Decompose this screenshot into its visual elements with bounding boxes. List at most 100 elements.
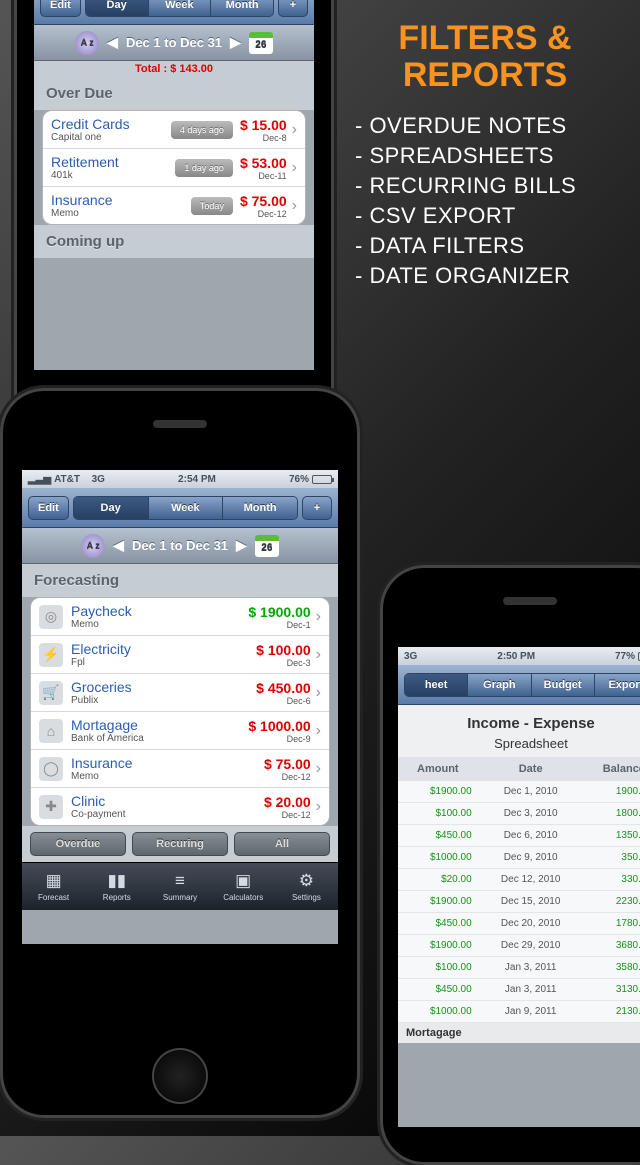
seg-day[interactable]: Day [74, 497, 149, 519]
tab-calculators[interactable]: ▣ Calculators [212, 863, 275, 910]
chevron-right-icon: › [292, 121, 297, 139]
section-forecasting: Forecasting [22, 564, 338, 597]
seg-heet[interactable]: heet [405, 674, 468, 696]
status-bar: 3G 2:50 PM 77% [398, 647, 640, 665]
sort-icon[interactable]: A z [81, 534, 105, 558]
list-item[interactable]: ◯InsuranceMemo$ 75.00Dec-12› [31, 750, 329, 788]
tab-bar: ▦Forecast▮▮Reports≡Summary ▣ Calculators ⚙S… [22, 862, 338, 910]
tab-icon: ▮▮ [107, 871, 126, 891]
list-item[interactable]: Credit CardsCapital one4 days ago$ 15.00… [43, 111, 305, 149]
filter-segment: Overdue Recuring All [22, 826, 338, 862]
category-icon: ◎ [39, 605, 63, 629]
item-subtitle: Fpl [71, 657, 256, 668]
promo-feature: - RECURRING BILLS [355, 173, 615, 199]
section-overdue: Over Due [34, 77, 314, 110]
column-header: Amount [398, 757, 478, 781]
seg-budget[interactable]: Budget [532, 674, 595, 696]
seg-week[interactable]: Week [149, 497, 224, 519]
list-item[interactable]: Retitement401k1 day ago$ 53.00Dec-11› [43, 149, 305, 187]
forecast-list: ◎PaycheckMemo$ 1900.00Dec-1›⚡Electricity… [30, 597, 330, 826]
table-row: $1900.00Dec 15, 20102230.00 [398, 891, 640, 913]
tab-label: Forecast [38, 893, 69, 902]
next-arrow-icon[interactable]: ▶ [236, 537, 247, 554]
item-amount: $ 75.00 [264, 756, 311, 772]
sort-icon[interactable]: A z [75, 31, 99, 55]
seg-week[interactable]: Week [149, 0, 212, 16]
edit-button[interactable]: Edit [40, 0, 81, 17]
list-item[interactable]: 🛒GroceriesPublix$ 450.00Dec-6› [31, 674, 329, 712]
toolbar: Edit Day Week Month + [22, 488, 338, 528]
battery-icon [312, 475, 332, 484]
table-row: $100.00Dec 3, 20101800.00 [398, 803, 640, 825]
item-amount: $ 1000.00 [248, 718, 310, 734]
prev-arrow-icon[interactable]: ◀ [113, 537, 124, 554]
seg-month[interactable]: Month [223, 497, 297, 519]
item-title: Insurance [51, 192, 184, 208]
view-segment[interactable]: Day Week Month [73, 496, 298, 520]
tab-icon: ▣ [235, 871, 251, 891]
overdue-badge: Today [191, 197, 233, 215]
date-range[interactable]: Dec 1 to Dec 31 [132, 538, 228, 553]
item-amount: $ 15.00 [240, 117, 287, 133]
add-button[interactable]: + [302, 496, 332, 520]
toolbar: heetGraphBudgetExport [398, 665, 640, 705]
item-amount: $ 450.00 [256, 680, 311, 696]
sheet-footer-row: Mortagage [398, 1023, 640, 1043]
phone-frame-forecast: ▂▃▅ AT&T 3G 2:54 PM 76% Edit Day Week Mo… [0, 388, 360, 1118]
add-button[interactable]: + [278, 0, 308, 17]
tab-summary[interactable]: ≡Summary [148, 863, 211, 910]
calendar-icon[interactable]: 26 [255, 535, 279, 557]
item-subtitle: Memo [51, 208, 184, 219]
table-row: $1900.00Dec 1, 20101900.00 [398, 781, 640, 803]
edit-button[interactable]: Edit [28, 496, 69, 520]
seg-month[interactable]: Month [211, 0, 273, 16]
total-label: Total : $ 143.00 [34, 61, 314, 77]
report-segment[interactable]: heetGraphBudgetExport [404, 673, 640, 697]
overdue-badge: 4 days ago [171, 121, 233, 139]
status-bar: ▂▃▅ AT&T 3G 2:54 PM 76% [22, 470, 338, 488]
chevron-right-icon: › [316, 760, 321, 778]
item-title: Groceries [71, 679, 256, 695]
chevron-right-icon: › [292, 197, 297, 215]
category-icon: ⚡ [39, 643, 63, 667]
table-row: $1000.00Dec 9, 2010350.00 [398, 847, 640, 869]
list-item[interactable]: InsuranceMemoToday$ 75.00Dec-12› [43, 187, 305, 224]
overdue-badge: 1 day ago [175, 159, 233, 177]
list-item[interactable]: ◎PaycheckMemo$ 1900.00Dec-1› [31, 598, 329, 636]
filter-recurring[interactable]: Recuring [132, 832, 228, 856]
prev-arrow-icon[interactable]: ◀ [107, 34, 118, 51]
promo-feature: - DATE ORGANIZER [355, 263, 615, 289]
calendar-icon[interactable]: 26 [249, 32, 273, 54]
item-subtitle: Memo [71, 771, 264, 782]
tab-reports[interactable]: ▮▮Reports [85, 863, 148, 910]
tab-settings[interactable]: ⚙Settings [275, 863, 338, 910]
item-date: Dec-12 [264, 810, 311, 820]
section-coming-up: Coming up [34, 225, 314, 258]
list-item[interactable]: ✚ClinicCo-payment$ 20.00Dec-12› [31, 788, 329, 825]
list-item[interactable]: ⚡ElectricityFpl$ 100.00Dec-3› [31, 636, 329, 674]
table-row: $450.00Dec 20, 20101780.00 [398, 913, 640, 935]
seg-export[interactable]: Export [595, 674, 640, 696]
item-title: Paycheck [71, 603, 248, 619]
tab-label: Calculators [223, 893, 263, 902]
next-arrow-icon[interactable]: ▶ [230, 34, 241, 51]
seg-graph[interactable]: Graph [468, 674, 531, 696]
item-amount: $ 53.00 [240, 155, 287, 171]
spreadsheet-table: AmountDateBalance $1900.00Dec 1, 2010190… [398, 757, 640, 1023]
home-button[interactable] [152, 1048, 208, 1104]
filter-all[interactable]: All [234, 832, 330, 856]
seg-day[interactable]: Day [86, 0, 149, 16]
date-subbar: A z ◀ Dec 1 to Dec 31 ▶ 26 [34, 25, 314, 61]
status-time: 2:54 PM [178, 474, 216, 485]
item-date: Dec-12 [264, 772, 311, 782]
item-subtitle: 401k [51, 170, 168, 181]
view-segment[interactable]: Day Week Month [85, 0, 274, 17]
promo-panel: FILTERS &REPORTS - OVERDUE NOTES- SPREAD… [355, 20, 615, 293]
filter-overdue[interactable]: Overdue [30, 832, 126, 856]
tab-forecast[interactable]: ▦Forecast [22, 863, 85, 910]
date-range[interactable]: Dec 1 to Dec 31 [126, 35, 222, 50]
item-title: Insurance [71, 755, 264, 771]
table-row: $1900.00Dec 29, 20103680.00 [398, 935, 640, 957]
list-item[interactable]: ⌂MortagageBank of America$ 1000.00Dec-9› [31, 712, 329, 750]
chevron-right-icon: › [292, 159, 297, 177]
